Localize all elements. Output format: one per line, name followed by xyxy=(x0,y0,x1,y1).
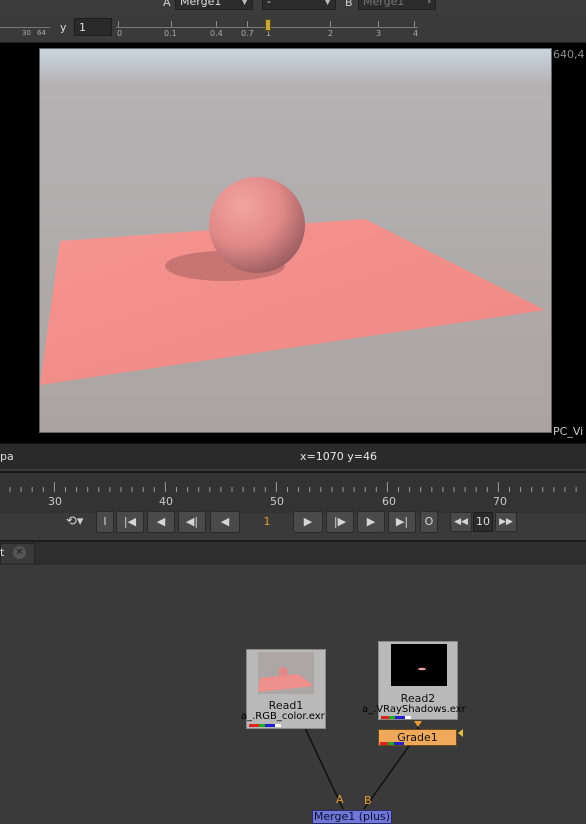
read2-node[interactable]: Read2 a_.VRayShadows.exr xyxy=(362,641,466,720)
timeline-label: 30 xyxy=(48,495,62,508)
timeline-ticks xyxy=(9,482,577,492)
panel-tab-bar xyxy=(0,540,586,566)
red-channel xyxy=(380,742,388,745)
input-b-tag: B xyxy=(345,0,353,9)
slider-label: 0.7 xyxy=(241,29,254,38)
slider-tick xyxy=(171,21,172,27)
y-input[interactable]: 1 xyxy=(74,18,112,36)
chevron-down-icon: ▼ xyxy=(241,0,248,7)
input-a-value: Merge1 xyxy=(180,0,222,8)
step-forward-increment-icon[interactable]: ▶▶ xyxy=(495,512,517,532)
rendered-image xyxy=(39,48,552,433)
input-a-tag: A xyxy=(163,0,171,9)
play-backward-icon[interactable]: ◀ xyxy=(210,511,240,533)
slider-tick xyxy=(378,21,379,27)
input-a-dropdown[interactable]: Merge1 ▼ xyxy=(175,0,253,10)
merge-input-b-label: B xyxy=(364,794,372,807)
slider-tick xyxy=(247,21,248,27)
y-label: y xyxy=(60,21,67,34)
read1-node[interactable]: Read1 a_.RGB_color.exr xyxy=(241,649,326,729)
slider-label: 2 xyxy=(328,29,334,38)
read1-thumbnail xyxy=(258,652,314,694)
mask-input-arrow-icon xyxy=(458,729,463,737)
tab-label: t xyxy=(0,546,5,559)
prev-frame-icon[interactable]: ◀| xyxy=(178,511,206,533)
gain-slider[interactable]: 0 0.1 0.4 0.7 1 2 3 4 xyxy=(116,15,418,39)
blue-channel xyxy=(395,716,405,719)
loop-mode-icon[interactable]: ⟲▾ xyxy=(66,514,88,532)
timeline-label: 40 xyxy=(159,495,173,508)
timeline-label: 50 xyxy=(270,495,284,508)
read1-filename: a_.RGB_color.exr xyxy=(241,711,325,722)
close-icon[interactable]: ✕ xyxy=(13,546,26,559)
input-b-dropdown[interactable]: Merge1 › xyxy=(358,0,436,10)
viewer-input-toolbar: A Merge1 ▼ - ▼ B Merge1 › xyxy=(0,0,586,14)
timeline-label: 70 xyxy=(493,495,507,508)
gamma-ruler[interactable]: 30 64 xyxy=(0,15,50,39)
slider-tick xyxy=(414,21,415,27)
ruler-label: 64 xyxy=(37,29,46,37)
slider-tick xyxy=(216,21,217,27)
red-channel xyxy=(249,724,259,727)
blue-channel xyxy=(394,742,404,745)
play-forward-icon[interactable]: ▶ xyxy=(293,511,323,533)
merge-input-a-label: A xyxy=(336,793,344,806)
slider-tick xyxy=(118,21,119,27)
thumbnail-image xyxy=(391,644,447,686)
ruler-label: 30 xyxy=(22,29,31,37)
compare-mode-value: - xyxy=(267,0,271,8)
pixel-coordinates: x=1070 y=46 xyxy=(300,450,377,463)
read2-filename: a_.VRayShadows.exr xyxy=(362,704,466,715)
out-point-button[interactable]: O xyxy=(420,511,438,533)
slider-label: 0.4 xyxy=(210,29,223,38)
scene-render xyxy=(40,49,551,432)
input-arrow-icon xyxy=(414,721,422,727)
red-channel xyxy=(381,716,389,719)
compare-mode-dropdown[interactable]: - ▼ xyxy=(262,0,336,10)
next-keyframe-icon[interactable]: ▶ xyxy=(357,511,385,533)
chevron-down-icon: › xyxy=(427,0,431,7)
alpha-channel xyxy=(405,716,411,719)
resolution-label: 640,4 xyxy=(553,48,585,61)
chevron-down-icon: ▼ xyxy=(324,0,331,7)
slider-label: 3 xyxy=(376,29,382,38)
format-label: PC_Vi xyxy=(553,425,584,438)
go-to-start-icon[interactable]: |◀ xyxy=(116,511,144,533)
input-b-value: Merge1 xyxy=(363,0,405,8)
info-bar xyxy=(0,443,586,469)
merge1-node[interactable]: Merge1 (plus) xyxy=(312,810,392,824)
channel-label: pa xyxy=(0,450,14,463)
in-point-button[interactable]: I xyxy=(96,511,114,533)
frame-increment-input[interactable]: 10 xyxy=(473,512,493,532)
go-to-end-icon[interactable]: ▶| xyxy=(388,511,416,533)
read2-thumbnail xyxy=(391,644,447,686)
slider-label: 0 xyxy=(117,29,123,38)
thumbnail-image xyxy=(258,652,314,694)
slider-label: 4 xyxy=(413,29,419,38)
slider-label: 0.1 xyxy=(164,29,177,38)
current-frame-input[interactable]: 1 xyxy=(244,511,290,533)
alpha-channel xyxy=(275,724,281,727)
blue-channel xyxy=(265,724,275,727)
slider-tick xyxy=(330,21,331,27)
ruler-rail xyxy=(0,27,50,28)
prev-keyframe-icon[interactable]: ◀ xyxy=(147,511,175,533)
step-back-increment-icon[interactable]: ◀◀ xyxy=(450,512,472,532)
next-frame-icon[interactable]: |▶ xyxy=(326,511,354,533)
slider-handle[interactable] xyxy=(265,19,271,31)
timeline-label: 60 xyxy=(382,495,396,508)
